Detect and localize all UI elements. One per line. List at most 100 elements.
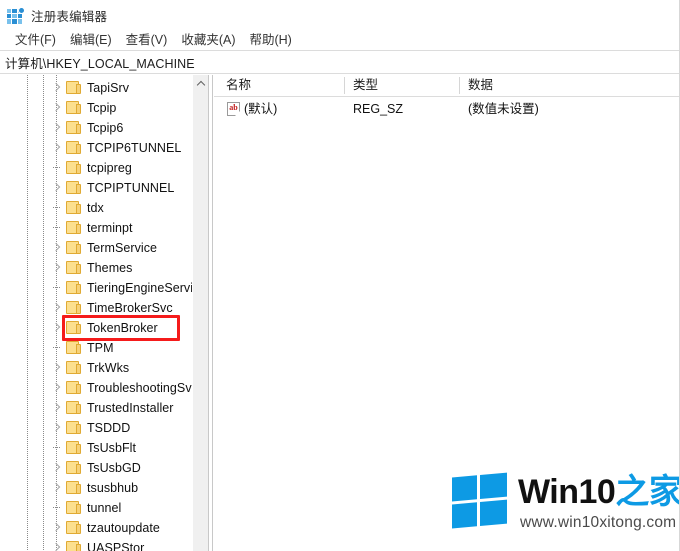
chevron-right-icon[interactable] — [49, 298, 63, 318]
menu-help[interactable]: 帮助(H) — [242, 31, 298, 50]
title-bar: 注册表编辑器 — [0, 0, 679, 30]
folder-icon — [66, 321, 81, 334]
chevron-right-icon[interactable] — [49, 318, 63, 338]
tree-node-timebrokersvc[interactable]: TimeBrokerSvc — [0, 298, 208, 318]
folder-icon — [66, 161, 81, 174]
chevron-right-icon[interactable] — [49, 78, 63, 98]
tree-node-tieringengineservice[interactable]: TieringEngineService — [0, 278, 208, 298]
tree-leaf-connector — [53, 167, 61, 168]
column-divider-2[interactable] — [459, 77, 460, 94]
tree-node-label: TimeBrokerSvc — [87, 301, 173, 315]
tree-node-uaspstor[interactable]: UASPStor — [0, 538, 208, 551]
tree-node-tcpip[interactable]: Tcpip — [0, 98, 208, 118]
folder-icon — [66, 141, 81, 154]
value-type: REG_SZ — [353, 102, 404, 116]
tree-node-tsusbflt[interactable]: TsUsbFlt — [0, 438, 208, 458]
tree-node-label: tunnel — [87, 501, 122, 515]
registry-editor-icon — [7, 6, 25, 24]
menu-file[interactable]: 文件(F) — [8, 31, 63, 50]
tree-node-tsusbgd[interactable]: TsUsbGD — [0, 458, 208, 478]
tree-node-tsusbhub[interactable]: tsusbhub — [0, 478, 208, 498]
tree-node-label: TsUsbGD — [87, 461, 141, 475]
registry-tree-pane[interactable]: TapiSrv Tcpip Tcpip6 TCPIP6TUNNEL tcpipreg TC… — [0, 75, 208, 551]
tree-node-tcpip6[interactable]: Tcpip6 — [0, 118, 208, 138]
folder-icon — [66, 401, 81, 414]
value-data: (数值未设置) — [468, 102, 539, 116]
tree-node-tdx[interactable]: tdx — [0, 198, 208, 218]
folder-icon — [66, 461, 81, 474]
table-row[interactable]: (默认) REG_SZ (数值未设置) — [214, 99, 679, 119]
column-name[interactable]: 名称 — [226, 75, 251, 96]
tree-node-label: UASPStor — [87, 541, 145, 551]
tree-node-termservice[interactable]: TermService — [0, 238, 208, 258]
tree-node-label: TroubleshootingSvc — [87, 381, 198, 395]
tree-node-trkwks[interactable]: TrkWks — [0, 358, 208, 378]
tree-node-trustedinstaller[interactable]: TrustedInstaller — [0, 398, 208, 418]
folder-icon — [66, 221, 81, 234]
folder-icon — [66, 121, 81, 134]
tree-node-label: Tcpip — [87, 101, 117, 115]
tree-vertical-scrollbar[interactable] — [192, 75, 208, 551]
folder-icon — [66, 281, 81, 294]
tree-leaf-connector — [53, 287, 61, 288]
tree-node-terminpt[interactable]: terminpt — [0, 218, 208, 238]
tree-node-label: TieringEngineService — [87, 281, 207, 295]
chevron-right-icon[interactable] — [49, 178, 63, 198]
chevron-right-icon[interactable] — [49, 118, 63, 138]
tree-node-tpm[interactable]: TPM — [0, 338, 208, 358]
chevron-right-icon[interactable] — [49, 358, 63, 378]
registry-values-pane[interactable]: 名称 类型 数据 (默认) REG_SZ (数值未设置) — [214, 75, 679, 551]
column-data[interactable]: 数据 — [468, 75, 493, 96]
folder-icon — [66, 201, 81, 214]
chevron-right-icon[interactable] — [49, 378, 63, 398]
tree-node-tapisrv[interactable]: TapiSrv — [0, 78, 208, 98]
folder-icon — [66, 181, 81, 194]
values-header-row: 名称 类型 数据 — [214, 75, 679, 97]
folder-icon — [66, 521, 81, 534]
scroll-up-arrow-icon[interactable] — [193, 75, 208, 92]
chevron-right-icon[interactable] — [49, 538, 63, 551]
chevron-right-icon[interactable] — [49, 518, 63, 538]
menu-view[interactable]: 查看(V) — [119, 31, 175, 50]
chevron-right-icon[interactable] — [49, 98, 63, 118]
tree-node-tunnel[interactable]: tunnel — [0, 498, 208, 518]
tree-node-tokenbroker[interactable]: TokenBroker — [0, 318, 208, 338]
menu-bar: 文件(F) 编辑(E) 查看(V) 收藏夹(A) 帮助(H) — [0, 30, 679, 51]
tree-node-themes[interactable]: Themes — [0, 258, 208, 278]
tree-node-label: TrustedInstaller — [87, 401, 174, 415]
chevron-right-icon[interactable] — [49, 398, 63, 418]
pane-splitter[interactable] — [208, 75, 213, 551]
tree-node-label: terminpt — [87, 221, 133, 235]
folder-icon — [66, 541, 81, 551]
registry-editor-window: 注册表编辑器 文件(F) 编辑(E) 查看(V) 收藏夹(A) 帮助(H) 计算… — [0, 0, 680, 551]
column-divider-1[interactable] — [344, 77, 345, 94]
chevron-right-icon[interactable] — [49, 418, 63, 438]
column-type[interactable]: 类型 — [353, 75, 378, 96]
tree-leaf-connector — [53, 227, 61, 228]
menu-edit[interactable]: 编辑(E) — [63, 31, 119, 50]
folder-icon — [66, 81, 81, 94]
tree-node-label: tzautoupdate — [87, 521, 160, 535]
address-bar[interactable]: 计算机\HKEY_LOCAL_MACHINE — [0, 52, 679, 74]
tree-leaf-connector — [53, 507, 61, 508]
menu-favorites[interactable]: 收藏夹(A) — [174, 31, 242, 50]
tree-node-label: tdx — [87, 201, 104, 215]
tree-node-tcpiptunnel[interactable]: TCPIPTUNNEL — [0, 178, 208, 198]
tree-leaf-connector — [53, 447, 61, 448]
chevron-right-icon[interactable] — [49, 458, 63, 478]
chevron-right-icon[interactable] — [49, 138, 63, 158]
folder-icon — [66, 481, 81, 494]
chevron-right-icon[interactable] — [49, 478, 63, 498]
folder-icon — [66, 341, 81, 354]
window-title: 注册表编辑器 — [31, 9, 108, 24]
chevron-right-icon[interactable] — [49, 258, 63, 278]
tree-node-tcpipreg[interactable]: tcpipreg — [0, 158, 208, 178]
string-value-icon — [227, 102, 240, 116]
tree-leaf-connector — [53, 207, 61, 208]
tree-node-label: TSDDD — [87, 421, 131, 435]
tree-node-tzautoupdate[interactable]: tzautoupdate — [0, 518, 208, 538]
chevron-right-icon[interactable] — [49, 238, 63, 258]
tree-node-tcpip6tunnel[interactable]: TCPIP6TUNNEL — [0, 138, 208, 158]
tree-node-troubleshootingsvc[interactable]: TroubleshootingSvc — [0, 378, 208, 398]
tree-node-tsddd[interactable]: TSDDD — [0, 418, 208, 438]
